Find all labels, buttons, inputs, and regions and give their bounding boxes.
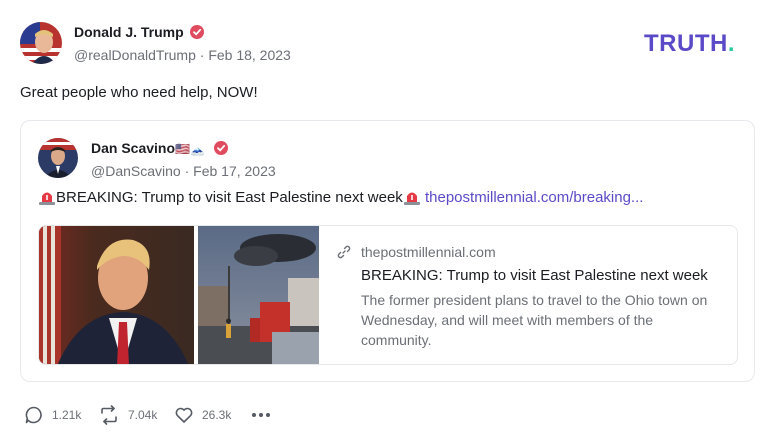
quote-author-emoji: 🇺🇸🗻: [175, 142, 205, 156]
reply-button[interactable]: 1.21k: [24, 403, 81, 427]
link-title[interactable]: BREAKING: Trump to visit East Palestine …: [361, 267, 708, 284]
repost-icon: [101, 405, 117, 425]
like-icon: [175, 407, 193, 423]
preview-image-east-palestine: [198, 226, 319, 364]
siren-icon: [403, 192, 420, 205]
preview-image-trump: [39, 226, 194, 364]
quote-verified-badge-icon: [214, 141, 228, 155]
repost-button[interactable]: 7.04k: [98, 403, 157, 427]
quote-author-avatar[interactable]: [38, 138, 78, 178]
quote-author-name-line: Dan Scavino🇺🇸🗻: [91, 140, 205, 156]
reply-count: 1.21k: [52, 408, 82, 422]
reply-icon: [25, 406, 42, 424]
like-button[interactable]: 26.3k: [174, 403, 231, 427]
quote-text-line: BREAKING: Trump to visit East Palestine …: [38, 188, 643, 206]
truth-post: Donald J. Trump @realDonaldTrump · Feb 1…: [0, 0, 777, 445]
link-domain: thepostmillennial.com: [361, 244, 496, 260]
more-icon: [252, 413, 270, 417]
quote-link[interactable]: thepostmillennial.com/breaking...: [425, 189, 643, 206]
siren-icon: [39, 192, 55, 205]
logo-dot: .: [727, 30, 735, 57]
meta-separator: ·: [195, 47, 209, 63]
author-handle[interactable]: @realDonaldTrump: [74, 47, 196, 63]
quote-meta-separator: ·: [180, 163, 194, 179]
author-handle-line: @realDonaldTrump · Feb 18, 2023: [74, 47, 291, 63]
link-icon: [337, 245, 351, 259]
more-options-button[interactable]: [250, 403, 280, 427]
link-preview-card[interactable]: thepostmillennial.com BREAKING: Trump to…: [38, 225, 738, 365]
post-date[interactable]: Feb 18, 2023: [208, 47, 291, 63]
quote-post-date[interactable]: Feb 17, 2023: [193, 163, 276, 179]
verified-badge-icon: [190, 25, 204, 39]
logo-text: TRUTH: [644, 30, 728, 57]
link-description: The former president plans to travel to …: [361, 292, 708, 348]
quote-author-handle[interactable]: @DanScavino: [91, 163, 181, 179]
truth-logo: TRUTH.: [644, 30, 735, 58]
repost-count: 7.04k: [128, 408, 158, 422]
author-name[interactable]: Donald J. Trump: [74, 24, 184, 40]
quote-author-name[interactable]: Dan Scavino: [91, 140, 175, 156]
like-count: 26.3k: [202, 408, 232, 422]
author-avatar[interactable]: [20, 22, 62, 64]
quote-handle-line: @DanScavino · Feb 17, 2023: [91, 163, 276, 179]
quote-text: BREAKING: Trump to visit East Palestine …: [56, 189, 403, 206]
post-text: Great people who need help, NOW!: [20, 84, 258, 101]
